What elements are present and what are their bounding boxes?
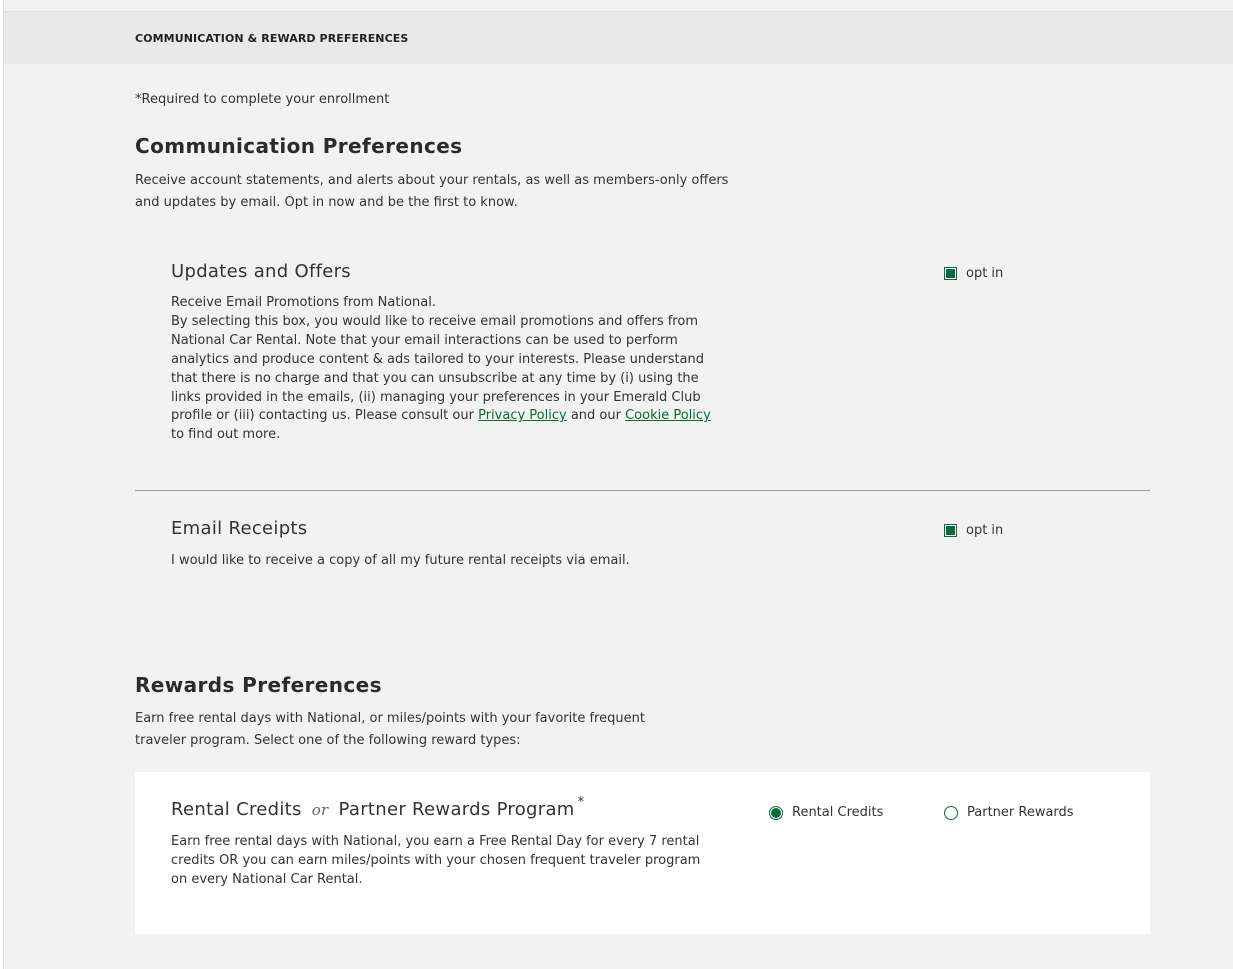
reward-title-or: or [311, 801, 329, 819]
section-header: COMMUNICATION & REWARD PREFERENCES [4, 11, 1233, 64]
partner-rewards-label: Partner Rewards [967, 805, 1074, 820]
rental-credits-label: Rental Credits [792, 805, 884, 820]
communication-heading: Communication Preferences [135, 134, 463, 158]
section-title: COMMUNICATION & REWARD PREFERENCES [135, 32, 409, 45]
receipts-description: I would like to receive a copy of all my… [171, 553, 630, 568]
updates-body: By selecting this box, you would like to… [171, 313, 711, 445]
checkbox-checked-mark [946, 269, 955, 278]
radio-selected-dot [771, 807, 781, 818]
updates-text-after: to find out more. [171, 427, 281, 443]
reward-title-rental-credits: Rental Credits [171, 799, 302, 820]
radio-circle[interactable] [769, 805, 783, 820]
updates-text-before: By selecting this box, you would like to… [171, 313, 705, 424]
updates-opt-in-label: opt in [966, 266, 1004, 281]
reward-type-description: Earn free rental days with National, you… [171, 834, 701, 887]
updates-description: Receive Email Promotions from National. … [171, 294, 711, 445]
updates-line1: Receive Email Promotions from National. [171, 295, 436, 310]
receipts-opt-in-label: opt in [966, 523, 1004, 538]
receipts-title: Email Receipts [171, 518, 308, 539]
updates-text-between: and our [566, 408, 626, 424]
required-asterisk: * [577, 795, 585, 810]
required-note: *Required to complete your enrollment [135, 92, 390, 107]
section-divider [135, 490, 1150, 491]
rental-credits-radio[interactable]: Rental Credits [769, 805, 883, 820]
updates-title: Updates and Offers [171, 261, 351, 282]
radio-circle[interactable] [944, 805, 958, 820]
rewards-heading: Rewards Preferences [135, 673, 382, 697]
reward-title-partner: Partner Rewards Program [338, 799, 575, 820]
preferences-panel: COMMUNICATION & REWARD PREFERENCES *Requ… [3, 0, 1233, 969]
checkbox-box[interactable] [944, 524, 957, 537]
receipts-opt-in-checkbox[interactable]: opt in [944, 523, 1003, 538]
communication-intro: Receive account statements, and alerts a… [135, 173, 729, 210]
rewards-intro: Earn free rental days with National, or … [135, 711, 645, 748]
reward-type-title: Rental Credits or Partner Rewards Program * [171, 795, 584, 820]
cookie-policy-link[interactable]: Cookie Policy [625, 408, 711, 423]
reward-type-card: Rental Credits or Partner Rewards Program *… [135, 772, 1150, 934]
checkbox-checked-mark [946, 526, 955, 535]
updates-opt-in-checkbox[interactable]: opt in [944, 266, 1003, 281]
checkbox-box[interactable] [944, 267, 957, 280]
privacy-policy-link[interactable]: Privacy Policy [478, 408, 567, 423]
partner-rewards-radio[interactable]: Partner Rewards [944, 805, 1074, 820]
